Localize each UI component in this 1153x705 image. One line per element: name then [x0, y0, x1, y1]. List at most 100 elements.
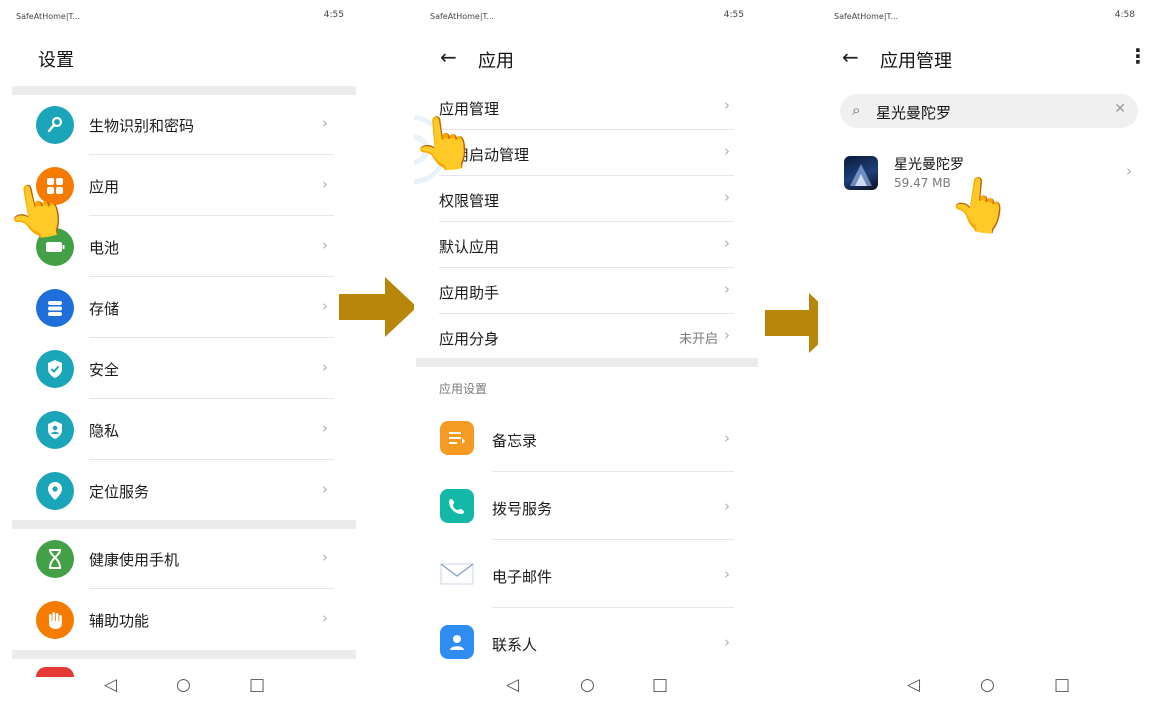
settings-item-label: 生物识别和密码 [89, 117, 195, 135]
back-nav-icon[interactable]: ◁ [104, 675, 117, 695]
chevron-right-icon: › [322, 480, 328, 498]
back-nav-icon[interactable]: ◁ [506, 675, 519, 695]
settings-item-location[interactable]: 定位服务 › [0, 461, 362, 521]
more-options-icon[interactable]: ⋮ [1128, 44, 1148, 68]
search-input[interactable]: 星光曼陀罗 [876, 102, 951, 123]
pointing-hand-icon: 👆 [944, 171, 1017, 241]
carrier-label: SafeAtHome|T... [430, 12, 495, 21]
chevron-right-icon: › [724, 497, 730, 515]
settings-item-accessibility[interactable]: 辅助功能 › [0, 590, 362, 650]
chevron-right-icon: › [724, 326, 730, 344]
section-divider [416, 358, 758, 367]
chevron-right-icon: › [322, 114, 328, 132]
app-item-label: 拨号服务 [492, 500, 553, 518]
chevron-right-icon: › [724, 565, 730, 583]
section-divider [12, 520, 356, 529]
chevron-right-icon: › [322, 419, 328, 437]
settings-item-security[interactable]: 安全 › [0, 339, 362, 399]
settings-item-label: 存储 [89, 300, 120, 318]
divider [89, 215, 334, 216]
settings-item-label: 健康使用手机 [89, 551, 180, 569]
home-nav-icon[interactable]: ○ [580, 675, 595, 695]
settings-item-storage[interactable]: 存储 › [0, 278, 362, 338]
settings-item-label: 辅助功能 [89, 612, 150, 630]
chevron-right-icon: › [724, 234, 730, 252]
status-value: 未开启 [679, 332, 719, 347]
chevron-right-icon: › [724, 280, 730, 298]
hand-icon [36, 601, 74, 639]
app-management-screen: SafeAtHome|T... 4:58 ← 应用管理 ⋮ ⌕ 星光曼陀罗 ✕ … [818, 0, 1153, 705]
navigation-bar: ◁ ○ □ [818, 675, 1153, 705]
privacy-icon [36, 411, 74, 449]
status-time: 4:58 [1114, 10, 1135, 20]
menu-item-app-twin[interactable]: 应用分身 未开启 › [414, 314, 762, 360]
home-nav-icon[interactable]: ○ [980, 675, 995, 695]
chevron-right-icon: › [724, 96, 730, 114]
recents-nav-icon[interactable]: □ [652, 675, 668, 695]
location-icon [36, 472, 74, 510]
divider [89, 588, 334, 589]
recents-nav-icon[interactable]: □ [249, 675, 265, 695]
back-nav-icon[interactable]: ◁ [907, 675, 920, 695]
mail-icon [440, 557, 474, 591]
back-arrow-icon[interactable]: ← [440, 45, 457, 69]
page-title: 设置 [38, 50, 74, 71]
phone-icon [440, 489, 474, 523]
app-item-label: 联系人 [492, 636, 538, 654]
back-arrow-icon[interactable]: ← [842, 45, 859, 69]
chevron-right-icon: › [322, 548, 328, 566]
app-size: 59.47 MB [894, 176, 951, 190]
app-item-contacts[interactable]: 联系人 › [414, 608, 762, 676]
app-item-notepad[interactable]: 备忘录 › [414, 404, 762, 472]
carrier-label: SafeAtHome|T... [16, 12, 81, 21]
hourglass-icon [36, 540, 74, 578]
app-item-label: 电子邮件 [492, 568, 553, 586]
menu-item-app-assistant[interactable]: 应用助手 › [414, 268, 762, 314]
navigation-bar: ◁ ○ □ [0, 675, 362, 705]
menu-item-label: 权限管理 [439, 192, 500, 210]
shield-icon [36, 350, 74, 388]
section-divider [12, 650, 356, 659]
divider [89, 398, 334, 399]
chevron-right-icon: › [322, 297, 328, 315]
settings-item-label: 电池 [89, 239, 120, 257]
status-bar: SafeAtHome|T... 4:58 [818, 10, 1153, 24]
menu-item-label: 应用助手 [439, 284, 500, 302]
app-item-email[interactable]: 电子邮件 › [414, 540, 762, 608]
settings-item-privacy[interactable]: 隐私 › [0, 400, 362, 460]
carrier-label: SafeAtHome|T... [834, 12, 899, 21]
chevron-right-icon: › [724, 142, 730, 160]
settings-item-label: 应用 [89, 178, 120, 196]
arrow-right-icon [339, 277, 417, 337]
divider [89, 154, 334, 155]
navigation-bar: ◁ ○ □ [414, 675, 762, 705]
menu-item-default-apps[interactable]: 默认应用 › [414, 222, 762, 268]
settings-screen: SafeAtHome|T... 4:55 设置 生物识别和密码 › 应用 › 电… [0, 0, 362, 705]
chevron-right-icon: › [724, 188, 730, 206]
menu-item-label: 默认应用 [439, 238, 500, 256]
chevron-right-icon: › [322, 358, 328, 376]
clear-icon[interactable]: ✕ [1114, 101, 1126, 117]
search-icon: ⌕ [852, 101, 861, 119]
chevron-right-icon: › [1126, 162, 1132, 180]
menu-item-permissions[interactable]: 权限管理 › [414, 176, 762, 222]
key-icon [36, 106, 74, 144]
home-nav-icon[interactable]: ○ [176, 675, 191, 695]
settings-item-biometrics[interactable]: 生物识别和密码 › [0, 95, 362, 155]
section-header: 应用设置 [439, 382, 488, 396]
chevron-right-icon: › [322, 175, 328, 193]
app-item-dialer[interactable]: 拨号服务 › [414, 472, 762, 540]
contacts-icon [440, 625, 474, 659]
divider [89, 276, 334, 277]
chevron-right-icon: › [322, 609, 328, 627]
pointing-hand-icon: 👆 [414, 111, 480, 177]
search-bar[interactable]: ⌕ 星光曼陀罗 ✕ [840, 94, 1138, 128]
settings-item-label: 定位服务 [89, 483, 150, 501]
page-title: 应用管理 [880, 51, 952, 72]
app-icon [844, 156, 878, 190]
app-item-label: 备忘录 [492, 432, 538, 450]
recents-nav-icon[interactable]: □ [1054, 675, 1070, 695]
divider [89, 337, 334, 338]
settings-item-digital-balance[interactable]: 健康使用手机 › [0, 529, 362, 589]
chevron-right-icon: › [322, 236, 328, 254]
